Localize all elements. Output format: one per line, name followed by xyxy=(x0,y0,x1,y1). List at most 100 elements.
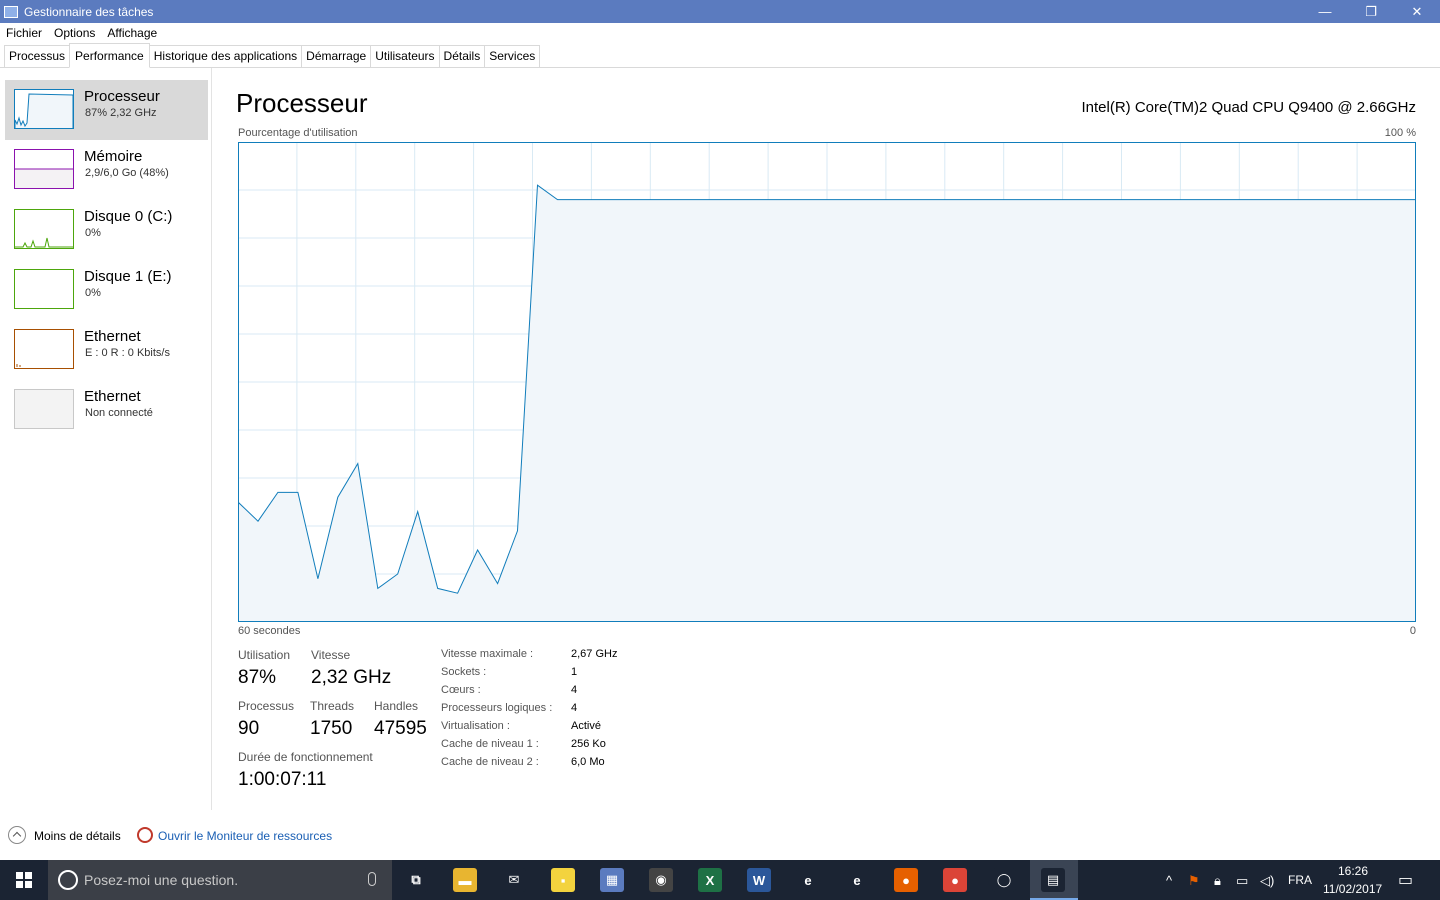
sidebar-item-sub: 0% xyxy=(85,227,101,239)
spec-label: Cache de niveau 2 : xyxy=(441,756,539,768)
threads-label: Threads xyxy=(310,699,355,713)
resource-monitor-icon[interactable] xyxy=(137,827,153,843)
tab-utilisateurs[interactable]: Utilisateurs xyxy=(370,45,440,67)
tab-processus[interactable]: Processus xyxy=(4,45,71,67)
menu-bar: Fichier Options Affichage xyxy=(0,23,1440,43)
network-app-icon[interactable]: ▦ xyxy=(600,868,624,892)
language-indicator[interactable]: FRA xyxy=(1288,873,1312,887)
sidebar-item-processeur[interactable]: Processeur 87% 2,32 GHz xyxy=(5,80,208,140)
sidebar-item-disque-1[interactable]: Disque 1 (E:) 0% xyxy=(5,260,208,320)
sidebar-item-sub: Non connecté xyxy=(85,407,153,419)
spec-value: 2,67 GHz xyxy=(571,648,618,660)
taskbar: Posez-moi une question. ⧉ ▬ ✉ ▪ ▦ ◉ X We e ● ● ◯ ▤ ^… xyxy=(0,860,1440,900)
sidebar-item-sub: 87% 2,32 GHz xyxy=(85,107,157,119)
tab-historique[interactable]: Historique des applications xyxy=(148,45,303,67)
cpu-model: Intel(R) Core(TM)2 Quad CPU Q9400 @ 2.66… xyxy=(1081,99,1416,116)
menu-affichage[interactable]: Affichage xyxy=(101,26,163,40)
flag-alert-icon[interactable]: ⚑ xyxy=(1188,873,1200,889)
word-icon[interactable]: W xyxy=(747,868,771,892)
spec-value: 4 xyxy=(571,702,578,714)
sidebar-item-memoire[interactable]: Mémoire 2,9/6,0 Go (48%) xyxy=(5,140,208,200)
resource-sidebar: Processeur 87% 2,32 GHz Mémoire 2,9/6,0 … xyxy=(0,68,212,810)
disk0-thumbnail xyxy=(14,209,74,249)
spec-label: Cœurs : xyxy=(441,684,481,696)
minimize-button[interactable]: — xyxy=(1302,0,1348,23)
sidebar-item-label: Ethernet xyxy=(84,388,141,405)
tab-details[interactable]: Détails xyxy=(438,45,486,67)
sidebar-item-ethernet[interactable]: Ethernet E : 0 R : 0 Kbits/s xyxy=(5,320,208,380)
vitesse-label: Vitesse xyxy=(311,648,351,662)
ethernet-thumbnail xyxy=(14,329,74,369)
tab-performance[interactable]: Performance xyxy=(69,43,150,68)
restore-button[interactable]: ❐ xyxy=(1348,0,1394,23)
network-icon[interactable]: ▭ xyxy=(1236,873,1248,889)
cortana-search-box[interactable]: Posez-moi une question. xyxy=(48,860,392,900)
menu-options[interactable]: Options xyxy=(48,26,101,40)
graph-min: 0 xyxy=(1409,625,1416,637)
page-title: Processeur xyxy=(236,88,368,118)
mail-icon[interactable]: ✉ xyxy=(502,868,526,892)
task-manager-icon xyxy=(4,5,18,18)
vitesse-value: 2,32 GHz xyxy=(311,667,392,688)
excel-icon[interactable]: X xyxy=(698,868,722,892)
spec-label: Processeurs logiques : xyxy=(441,702,553,714)
window-title: Gestionnaire des tâches xyxy=(24,4,154,19)
spec-label: Sockets : xyxy=(441,666,487,678)
uptime-value: 1:00:07:11 xyxy=(238,769,327,790)
task-view-icon[interactable]: ⧉ xyxy=(404,868,428,892)
tab-demarrage[interactable]: Démarrage xyxy=(301,45,372,67)
resource-monitor-link[interactable]: Ouvrir le Moniteur de ressources xyxy=(158,829,332,843)
edge-icon[interactable]: e xyxy=(796,868,820,892)
spec-label: Cache de niveau 1 : xyxy=(441,738,539,750)
threads-value: 1750 xyxy=(310,718,353,739)
graph-label: Pourcentage d'utilisation xyxy=(238,127,358,139)
cpu-usage-graph xyxy=(238,142,1416,622)
processus-value: 90 xyxy=(238,718,260,739)
windows-logo-icon xyxy=(16,872,32,888)
collapse-icon[interactable] xyxy=(8,826,26,844)
sidebar-item-label: Ethernet xyxy=(84,328,141,345)
handles-value: 47595 xyxy=(374,718,427,739)
uptime-label: Durée de fonctionnement xyxy=(238,750,373,764)
sidebar-item-disque-0[interactable]: Disque 0 (C:) 0% xyxy=(5,200,208,260)
fewer-details-button[interactable]: Moins de détails xyxy=(34,829,121,843)
close-button[interactable]: ✕ xyxy=(1394,0,1440,23)
spec-value: 6,0 Mo xyxy=(571,756,605,768)
processus-label: Processus xyxy=(238,699,295,713)
title-bar: Gestionnaire des tâches — ❐ ✕ xyxy=(0,0,1440,23)
clock-time[interactable]: 16:26 xyxy=(1338,864,1368,878)
green-app-icon[interactable]: ◯ xyxy=(992,868,1016,892)
lock-icon[interactable]: 🔒︎ xyxy=(1214,873,1221,889)
sticky-notes-icon[interactable]: ▪ xyxy=(551,868,575,892)
chrome-icon[interactable]: ● xyxy=(943,868,967,892)
firefox-icon[interactable]: ● xyxy=(894,868,918,892)
media-app-icon[interactable]: ◉ xyxy=(649,868,673,892)
menu-fichier[interactable]: Fichier xyxy=(0,26,48,40)
spec-label: Virtualisation : xyxy=(441,720,510,732)
spec-value: Activé xyxy=(571,720,601,732)
sidebar-item-sub: 2,9/6,0 Go (48%) xyxy=(85,167,169,179)
task-manager-icon[interactable]: ▤ xyxy=(1041,868,1065,892)
sidebar-item-ethernet-disconnected[interactable]: Ethernet Non connecté xyxy=(5,380,208,440)
sidebar-item-sub: 0% xyxy=(85,287,101,299)
utilisation-value: 87% xyxy=(238,667,277,688)
tab-services[interactable]: Services xyxy=(484,45,541,67)
sidebar-item-label: Mémoire xyxy=(84,148,143,165)
sidebar-item-label: Disque 0 (C:) xyxy=(84,208,173,225)
ethernet-off-thumbnail xyxy=(14,389,74,429)
search-placeholder: Posez-moi une question. xyxy=(84,872,239,888)
clock-date[interactable]: 11/02/2017 xyxy=(1323,882,1382,896)
cpu-thumbnail xyxy=(14,89,74,129)
sidebar-item-label: Disque 1 (E:) xyxy=(84,268,172,285)
internet-explorer-icon[interactable]: e xyxy=(845,868,869,892)
microphone-icon[interactable] xyxy=(368,872,376,886)
cortana-icon xyxy=(58,870,78,890)
spec-value: 1 xyxy=(571,666,578,678)
disk1-thumbnail xyxy=(14,269,74,309)
file-explorer-icon[interactable]: ▬ xyxy=(453,868,477,892)
chevron-up-icon[interactable]: ^ xyxy=(1166,873,1172,888)
volume-icon[interactable]: ◁) xyxy=(1260,873,1274,889)
notifications-icon[interactable]: ▭ xyxy=(1398,870,1413,890)
spec-value: 4 xyxy=(571,684,578,696)
start-button[interactable] xyxy=(0,860,48,900)
